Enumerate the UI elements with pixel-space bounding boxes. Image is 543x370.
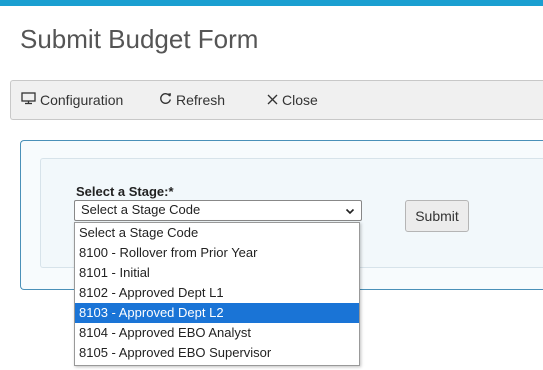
configuration-button[interactable]: Configuration: [21, 92, 123, 108]
page-title: Submit Budget Form: [20, 24, 259, 54]
dropdown-option[interactable]: 8104 - Approved EBO Analyst: [75, 323, 359, 343]
stage-code-select-value: Select a Stage Code: [81, 202, 201, 217]
configuration-label: Configuration: [40, 92, 124, 108]
close-label: Close: [282, 92, 318, 108]
toolbar: Configuration Refresh Close: [10, 80, 543, 120]
close-button[interactable]: Close: [267, 92, 318, 108]
top-accent-bar: [0, 0, 543, 6]
submit-button[interactable]: Submit: [405, 200, 469, 232]
close-icon: [267, 92, 278, 108]
stage-label: Select a Stage:*: [76, 184, 174, 199]
refresh-button[interactable]: Refresh: [159, 92, 225, 108]
chevron-down-icon: [345, 204, 355, 219]
stage-code-select[interactable]: Select a Stage Code: [74, 200, 362, 221]
refresh-label: Refresh: [176, 92, 226, 108]
dropdown-option-highlighted[interactable]: 8103 - Approved Dept L2: [75, 303, 359, 323]
refresh-icon: [159, 92, 172, 108]
monitor-icon: [21, 92, 36, 108]
dropdown-option[interactable]: 8102 - Approved Dept L1: [75, 283, 359, 303]
stage-code-dropdown: Select a Stage Code 8100 - Rollover from…: [74, 222, 360, 366]
dropdown-option[interactable]: 8100 - Rollover from Prior Year: [75, 243, 359, 263]
dropdown-option[interactable]: Select a Stage Code: [75, 223, 359, 243]
dropdown-option[interactable]: 8105 - Approved EBO Supervisor: [75, 343, 359, 363]
dropdown-option[interactable]: 8101 - Initial: [75, 263, 359, 283]
